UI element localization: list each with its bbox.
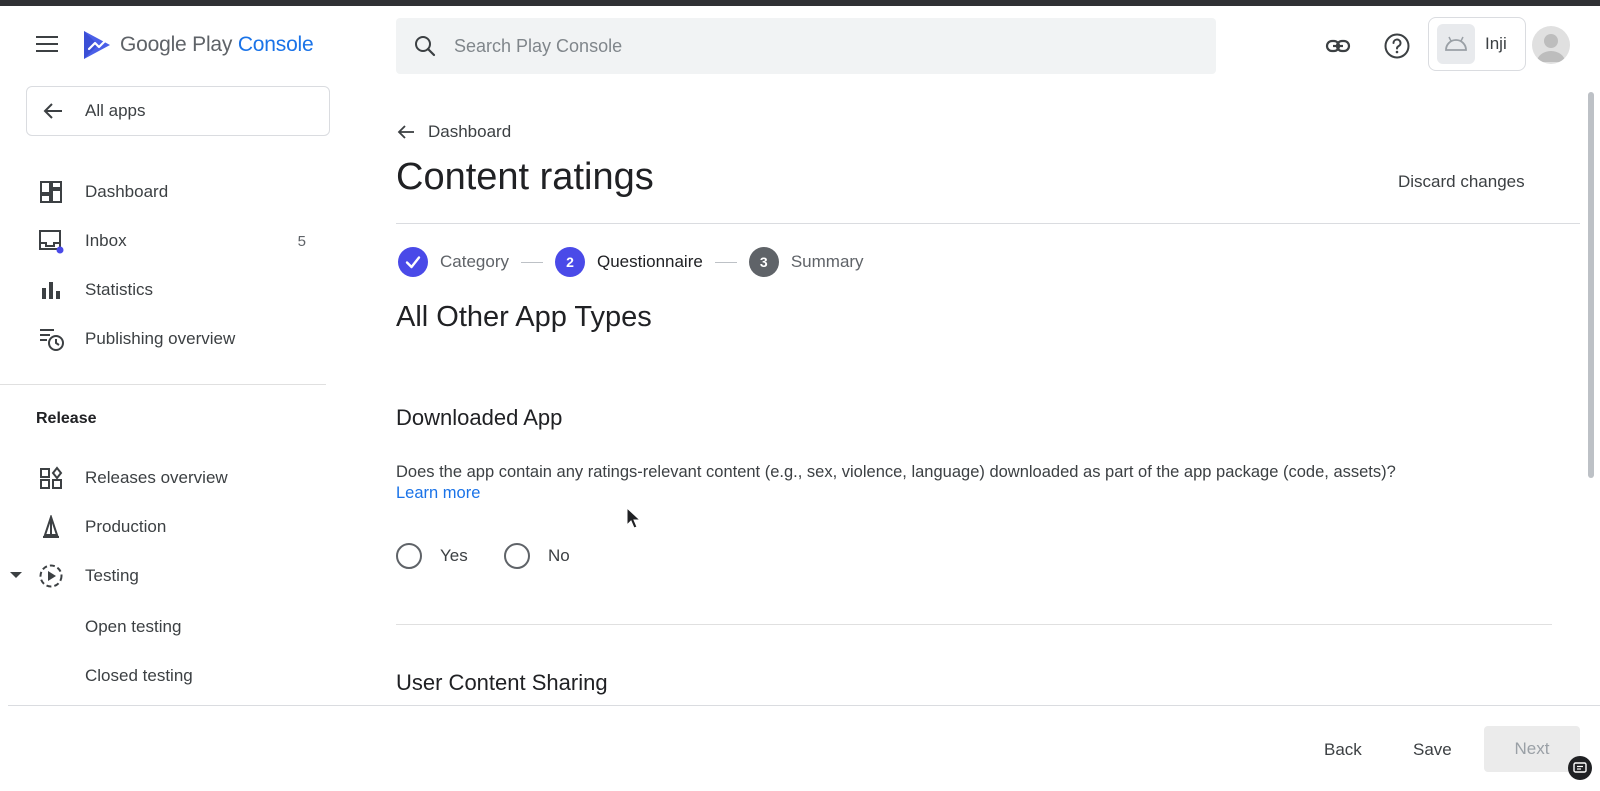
help-icon[interactable] [1381, 30, 1413, 62]
sidebar-item-label: Testing [85, 566, 139, 585]
question-heading: User Content Sharing [396, 670, 608, 695]
app-name: Inji [1485, 34, 1507, 53]
testing-icon [38, 563, 64, 589]
radio-label: Yes [440, 546, 468, 565]
section-title: All Other App Types [396, 301, 652, 333]
step-number: 2 [554, 247, 585, 277]
search-icon [396, 34, 454, 58]
releases-icon [38, 465, 64, 491]
step-connector [520, 261, 543, 263]
sidebar-item-statistics[interactable]: Statistics [0, 268, 326, 312]
sidebar-item-label: Releases overview [85, 468, 228, 487]
google-play-console-logo[interactable]: Google Play Console [82, 28, 314, 62]
step-number: 3 [748, 247, 779, 277]
sidebar-item-publishing-overview[interactable]: Publishing overview [0, 317, 326, 361]
menu-button[interactable] [36, 30, 64, 58]
expand-caret-icon[interactable] [10, 572, 22, 578]
sidebar-section-release: Release [36, 410, 97, 427]
question-divider [396, 624, 1552, 625]
sidebar-item-label: Statistics [85, 280, 154, 299]
arrow-back-icon [43, 103, 62, 119]
sidebar-item-closed-testing[interactable]: Closed testing [85, 666, 193, 686]
play-console-icon [84, 31, 110, 59]
sidebar-item-label: Publishing overview [85, 329, 236, 348]
back-button[interactable]: Back [1324, 740, 1362, 760]
radio-no[interactable]: No [504, 543, 570, 569]
all-apps-button[interactable]: All apps [26, 86, 330, 136]
page-title: Content ratings [396, 156, 654, 198]
inbox-icon [38, 228, 64, 254]
step-label: Category [440, 252, 509, 271]
search-bar[interactable]: Search Play Console [396, 18, 1216, 74]
account-avatar[interactable] [1532, 26, 1570, 64]
app-switcher[interactable]: Inji [1428, 17, 1526, 71]
step-category[interactable]: Category [398, 247, 509, 277]
title-divider [396, 223, 1580, 224]
breadcrumb[interactable]: Dashboard [396, 120, 511, 144]
scrollbar[interactable] [1588, 92, 1594, 478]
radio-label: No [548, 546, 570, 565]
step-questionnaire[interactable]: 2 Questionnaire [554, 247, 703, 277]
android-icon [1437, 24, 1475, 64]
radio-yes[interactable]: Yes [396, 543, 468, 569]
question-heading: Downloaded App [396, 405, 563, 430]
question-text: Does the app contain any ratings-relevan… [396, 463, 1396, 481]
learn-more-link[interactable]: Learn more [396, 484, 480, 503]
bar-chart-icon [38, 277, 64, 303]
next-button[interactable]: Next [1484, 726, 1580, 772]
dashboard-icon [38, 179, 64, 205]
inbox-count-badge: 5 [297, 232, 306, 250]
search-input[interactable]: Search Play Console [454, 36, 622, 57]
radio-circle [504, 543, 530, 569]
stepper: Category 2 Questionnaire 3 Summary [398, 247, 864, 277]
logo-text: Google Play Console [120, 33, 314, 56]
window-top-strip [0, 0, 1600, 6]
sidebar-divider [0, 384, 326, 385]
discard-changes-button[interactable]: Discard changes [1398, 172, 1525, 192]
sidebar-item-label: Production [85, 517, 167, 536]
sidebar-item-dashboard[interactable]: Dashboard [0, 170, 326, 214]
breadcrumb-label: Dashboard [428, 122, 512, 141]
sidebar-item-releases-overview[interactable]: Releases overview [0, 456, 326, 500]
arrow-back-icon [397, 125, 414, 139]
step-connector [714, 261, 737, 263]
sidebar-item-label: Dashboard [85, 182, 169, 201]
step-summary[interactable]: 3 Summary [748, 247, 864, 277]
sidebar-item-label: Inbox [85, 231, 127, 250]
publishing-icon [38, 326, 64, 352]
all-apps-label: All apps [85, 101, 146, 120]
sidebar-item-production[interactable]: Production [0, 505, 326, 549]
production-icon [38, 514, 64, 540]
radio-circle [396, 543, 422, 569]
sidebar-item-testing[interactable]: Testing [0, 554, 326, 598]
mouse-cursor-icon [626, 507, 642, 529]
check-icon [398, 247, 428, 277]
link-icon[interactable] [1322, 30, 1354, 62]
sidebar-item-open-testing[interactable]: Open testing [85, 617, 181, 637]
sidebar-item-inbox[interactable]: Inbox 5 [0, 219, 326, 263]
step-label: Questionnaire [596, 252, 703, 271]
feedback-icon[interactable] [1568, 756, 1592, 780]
step-label: Summary [790, 252, 864, 271]
save-button[interactable]: Save [1413, 740, 1452, 760]
